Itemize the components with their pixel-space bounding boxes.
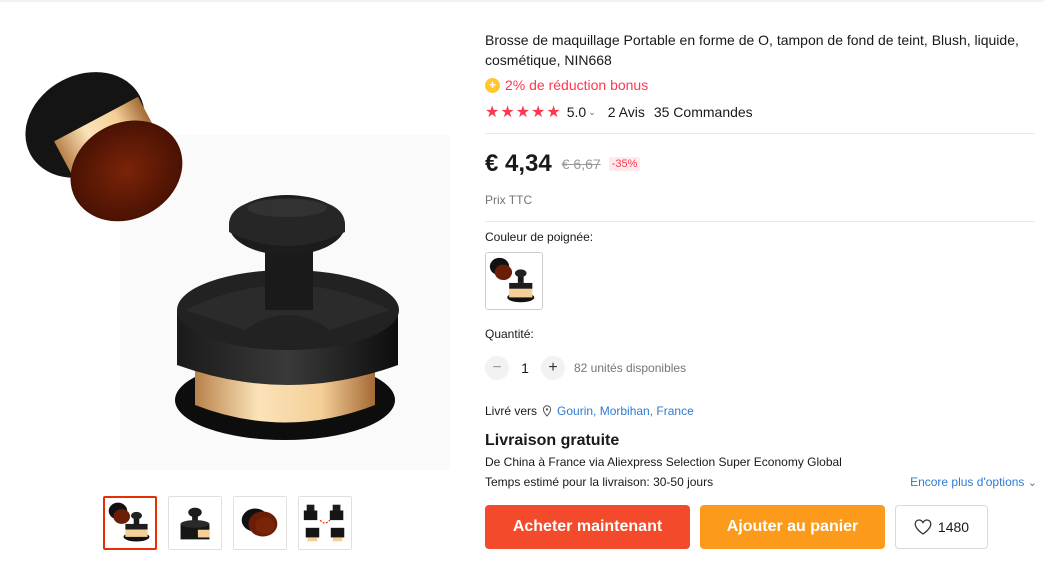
- star-icon: ★: [485, 104, 500, 121]
- reviews-link[interactable]: 2 Avis: [608, 104, 645, 120]
- color-label: Couleur de poignée:: [485, 230, 594, 244]
- buy-now-button[interactable]: Acheter maintenant: [485, 505, 690, 549]
- shipping-time-row: Temps estimé pour la livraison: 30-50 jo…: [485, 475, 1037, 491]
- quantity-label: Quantité:: [485, 327, 534, 341]
- color-option[interactable]: [485, 252, 543, 310]
- divider: [485, 221, 1035, 222]
- star-icon: ★: [500, 104, 515, 121]
- plus-coin-icon: +: [485, 77, 500, 93]
- heart-icon: [914, 519, 932, 535]
- chevron-down-icon[interactable]: ⌄: [588, 107, 596, 118]
- location-pin-icon: [542, 405, 552, 417]
- original-price: € 6,67: [561, 156, 601, 172]
- ship-to-row: Livré vers Gourin, Morbihan, France: [485, 404, 1037, 418]
- wishlist-count: 1480: [937, 519, 970, 535]
- shipping-title: Livraison gratuite: [485, 432, 620, 449]
- divider: [485, 133, 1035, 134]
- star-rating: ★ ★ ★ ★ ★: [485, 102, 561, 122]
- shipping-route: De China à France via Aliexpress Selecti…: [485, 455, 842, 469]
- decrement-button[interactable]: −: [485, 356, 509, 380]
- discount-badge: -35%: [608, 157, 641, 171]
- ship-to-label: Livré vers: [485, 404, 538, 418]
- stock-available: 82 unités disponibles: [574, 361, 687, 375]
- wishlist-button[interactable]: 1480: [895, 505, 988, 549]
- current-price: € 4,34: [485, 150, 552, 177]
- product-info: Brosse de maquillage Portable en forme d…: [485, 30, 1037, 549]
- thumbnail-2[interactable]: [168, 496, 222, 550]
- increment-button[interactable]: +: [541, 356, 565, 380]
- more-options-link[interactable]: Encore plus d'options ⌄: [910, 475, 1037, 491]
- product-title: Brosse de maquillage Portable en forme d…: [485, 32, 1019, 68]
- chevron-down-icon: ⌄: [1027, 477, 1037, 489]
- main-product-image[interactable]: [0, 20, 460, 480]
- thumbnail-4[interactable]: [298, 496, 352, 550]
- rating-row: ★ ★ ★ ★ ★ 5.0 ⌄ 2 Avis 35 Commandes: [485, 102, 1037, 122]
- bonus-text: 2% de réduction bonus: [505, 77, 649, 93]
- star-icon: ★: [531, 104, 546, 121]
- orders-count: 35 Commandes: [653, 104, 753, 120]
- action-buttons: Acheter maintenant Ajouter au panier 148…: [485, 505, 1037, 549]
- bonus-row[interactable]: + 2% de réduction bonus: [485, 77, 1037, 93]
- product-gallery: [0, 0, 460, 578]
- rating-score[interactable]: 5.0: [567, 104, 586, 120]
- star-icon: ★: [546, 104, 561, 121]
- star-icon: ★: [515, 104, 531, 121]
- thumbnail-1[interactable]: [103, 496, 157, 550]
- quantity-value[interactable]: 1: [509, 360, 541, 376]
- shipping-estimate: Temps estimé pour la livraison: 30-50 jo…: [485, 475, 714, 489]
- thumbnail-3[interactable]: [233, 496, 287, 550]
- price-row: € 4,34 € 6,67 -35%: [485, 150, 1037, 178]
- add-to-cart-button[interactable]: Ajouter au panier: [700, 505, 885, 549]
- quantity-stepper: − 1 + 82 unités disponibles: [485, 356, 1037, 380]
- delivery-location-link[interactable]: Gourin, Morbihan, France: [557, 404, 694, 418]
- tax-note: Prix TTC: [485, 193, 533, 207]
- thumbnail-strip: [103, 496, 352, 550]
